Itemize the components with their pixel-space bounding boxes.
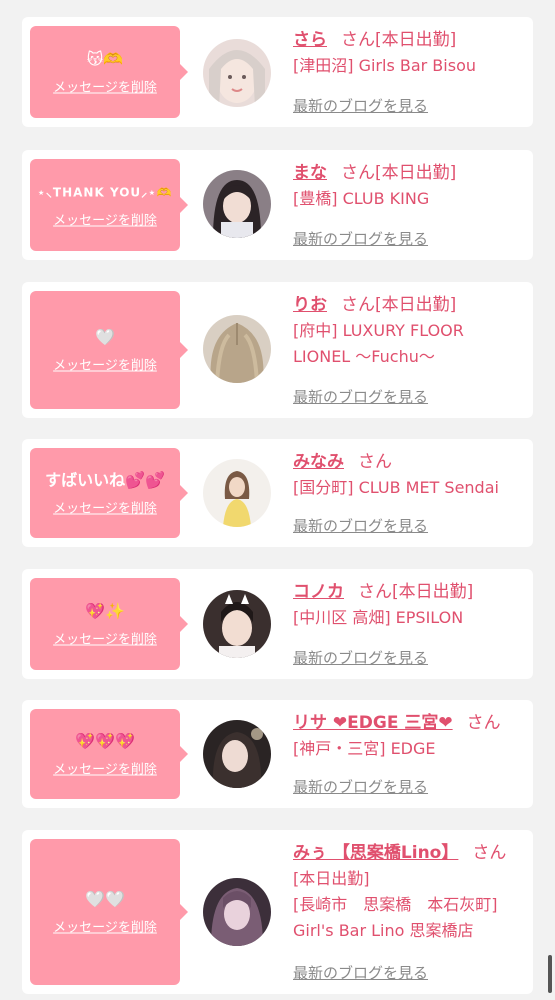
avatar[interactable]: [203, 878, 271, 946]
message-card: 🤍 メッセージを削除 りお さん[本日出勤] [府中] LUXURY FLOOR …: [22, 282, 533, 418]
cast-name-link[interactable]: さら: [293, 30, 327, 50]
scrollbar[interactable]: [548, 955, 552, 993]
shift-status: 本日出勤]: [299, 869, 370, 888]
message-text: 🤍🤍: [85, 889, 125, 909]
latest-blog-link[interactable]: 最新のブログを見る: [293, 776, 428, 797]
avatar[interactable]: [203, 170, 271, 238]
message-card: 😽🫶 メッセージを削除 さら さん[本日出勤] [津田沼] Girls Bar B…: [22, 17, 533, 127]
cast-name-link[interactable]: みなみ: [293, 452, 344, 472]
shift-status: [本日出勤]: [375, 295, 457, 315]
message-card: 💖💖💖 メッセージを削除 リサ ❤EDGE 三宮❤ さん [神戸・三宮] EDGE…: [22, 700, 533, 808]
honorific: さん: [341, 295, 375, 315]
avatar[interactable]: [203, 315, 271, 383]
shop-name: [豊橋] CLUB KING: [293, 189, 430, 208]
message-card: すばいいね💕💕 メッセージを削除 みなみ さん [国分町] CLUB MET Se…: [22, 439, 533, 547]
shift-status: [本日出勤]: [375, 30, 457, 50]
shop-name: [神戸・三宮] EDGE: [293, 739, 436, 758]
delete-message-link[interactable]: メッセージを削除: [53, 917, 157, 936]
message-card: 💖✨ メッセージを削除 コノカ さん[本日出勤] [中川区 高畑] EPSILON…: [22, 569, 533, 679]
message-text: 😽🫶: [86, 49, 124, 69]
delete-message-link[interactable]: メッセージを削除: [53, 759, 157, 778]
avatar[interactable]: [203, 720, 271, 788]
message-bubble: ⋆⸜THANK YOU⸝⋆🫶 メッセージを削除: [30, 159, 188, 251]
honorific: さん: [472, 843, 507, 863]
latest-blog-link[interactable]: 最新のブログを見る: [293, 647, 428, 668]
honorific: さん: [341, 163, 375, 183]
message-bubble: 🤍🤍 メッセージを削除: [30, 839, 188, 985]
message-text: ⋆⸜THANK YOU⸝⋆🫶: [37, 185, 173, 200]
cast-name-link[interactable]: りお: [293, 295, 327, 315]
honorific: さん: [466, 713, 501, 733]
cast-name-link[interactable]: リサ ❤EDGE 三宮❤: [293, 713, 453, 733]
shift-status: [本日出勤]: [392, 582, 474, 602]
cast-name-link[interactable]: コノカ: [293, 582, 344, 602]
delete-message-link[interactable]: メッセージを削除: [53, 498, 157, 517]
message-bubble: 🤍 メッセージを削除: [30, 291, 188, 409]
cast-name-link[interactable]: みぅ 【思案橋Lino】: [293, 843, 458, 863]
shop-name: [長崎市 思案橋 本石灰町] Girl's Bar Lino 思案橋店: [293, 895, 498, 940]
latest-blog-link[interactable]: 最新のブログを見る: [293, 95, 428, 116]
delete-message-link[interactable]: メッセージを削除: [53, 77, 157, 96]
message-card: 🤍🤍 メッセージを削除 みぅ 【思案橋Lino】 さん [本日出勤] [長崎市 思…: [22, 830, 533, 994]
message-text: 💖✨: [85, 601, 125, 621]
honorific: さん: [358, 452, 392, 472]
delete-message-link[interactable]: メッセージを削除: [53, 629, 157, 648]
latest-blog-link[interactable]: 最新のブログを見る: [293, 515, 428, 536]
cast-name-link[interactable]: まな: [293, 163, 327, 183]
message-bubble: 💖✨ メッセージを削除: [30, 578, 188, 670]
latest-blog-link[interactable]: 最新のブログを見る: [293, 228, 428, 249]
delete-message-link[interactable]: メッセージを削除: [53, 210, 157, 229]
honorific: さん: [358, 582, 392, 602]
message-bubble: 😽🫶 メッセージを削除: [30, 26, 188, 118]
avatar[interactable]: [203, 39, 271, 107]
message-bubble: 💖💖💖 メッセージを削除: [30, 709, 188, 799]
shop-name: [中川区 高畑] EPSILON: [293, 608, 464, 627]
message-card: ⋆⸜THANK YOU⸝⋆🫶 メッセージを削除 まな さん[本日出勤] [豊橋] …: [22, 150, 533, 260]
avatar[interactable]: [203, 459, 271, 527]
honorific: さん: [341, 30, 375, 50]
shop-name: [国分町] CLUB MET Sendai: [293, 478, 499, 497]
shift-status: [本日出勤]: [375, 163, 457, 183]
latest-blog-link[interactable]: 最新のブログを見る: [293, 386, 428, 407]
latest-blog-link[interactable]: 最新のブログを見る: [293, 962, 428, 983]
shop-name: [津田沼] Girls Bar Bisou: [293, 56, 476, 75]
shop-name: [府中] LUXURY FLOOR LIONEL ～Fuchu～: [293, 321, 464, 366]
message-text: 🤍: [95, 327, 115, 347]
delete-message-link[interactable]: メッセージを削除: [53, 355, 157, 374]
avatar[interactable]: [203, 590, 271, 658]
message-text: 💖💖💖: [75, 731, 135, 751]
message-text: すばいいね💕💕: [45, 470, 165, 490]
message-bubble: すばいいね💕💕 メッセージを削除: [30, 448, 188, 538]
